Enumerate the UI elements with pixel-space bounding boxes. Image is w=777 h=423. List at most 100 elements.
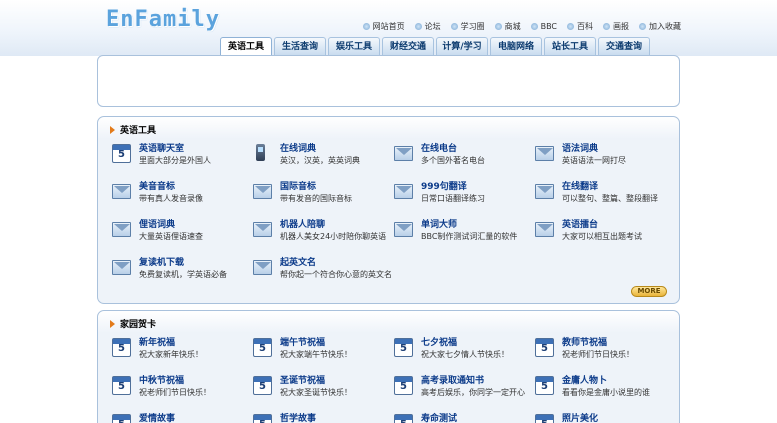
tool-name-link[interactable]: 高考录取通知书 <box>421 375 525 387</box>
forum-icon <box>414 23 422 30</box>
top-link-label: 加入收藏 <box>649 22 681 31</box>
tool-name-link[interactable]: 中秋节祝福 <box>139 375 211 387</box>
tool-name-link[interactable]: 寿命测试 <box>421 413 457 423</box>
tool-name-link[interactable]: 在线词典 <box>280 143 360 155</box>
tab-bar: 英语工具 生活查询 娱乐工具 财经交通 计算/学习 电脑网络 站长工具 交通查询 <box>220 37 650 56</box>
tool-item[interactable]: 5 照片美化 <box>535 413 672 423</box>
tool-item[interactable]: 5 英语聊天室 里面大部分是外国人 <box>112 143 253 171</box>
tool-name-link[interactable]: 英语擂台 <box>562 219 642 231</box>
tool-name-link[interactable]: 英语聊天室 <box>139 143 211 155</box>
tool-text: 复读机下载 免费复读机，学英语必备 <box>139 257 227 281</box>
tool-name-link[interactable]: 七夕祝福 <box>421 337 509 349</box>
tab-item[interactable]: 生活查询 <box>274 37 326 55</box>
tool-text: 教师节祝福 祝老师们节日快乐！ <box>562 337 634 361</box>
tool-name-link[interactable]: 哲学故事 <box>280 413 316 423</box>
mail-icon <box>394 146 413 161</box>
tool-text: 英语聊天室 里面大部分是外国人 <box>139 143 211 167</box>
top-link[interactable]: 商城 <box>494 21 521 32</box>
tab-item[interactable]: 英语工具 <box>220 37 272 56</box>
tool-name-link[interactable]: 教师节祝福 <box>562 337 634 349</box>
tool-name-link[interactable]: 在线翻译 <box>562 181 658 193</box>
tool-name-link[interactable]: 端午节祝福 <box>280 337 352 349</box>
tool-item[interactable]: 机器人陪聊 机器人美女24小时陪你聊英语 <box>253 219 394 247</box>
tool-name-link[interactable]: 999句翻译 <box>421 181 485 193</box>
tool-text: 金庸人物卜 看看你是金庸小说里的谁 <box>562 375 650 399</box>
tool-item[interactable]: 国际音标 带有发音的国际音标 <box>253 181 394 209</box>
tool-item[interactable]: 复读机下载 免费复读机，学英语必备 <box>112 257 253 285</box>
tool-description: 大量英语俚语速查 <box>139 232 203 241</box>
tool-text: 端午节祝福 祝大家端午节快乐！ <box>280 337 352 361</box>
tool-item[interactable]: 英语擂台 大家可以相互出题考试 <box>535 219 672 247</box>
tool-item[interactable]: 5 圣诞节祝福 祝大家圣诞节快乐！ <box>253 375 394 403</box>
top-link[interactable]: 百科 <box>567 21 593 32</box>
calendar-icon: 5 <box>535 338 554 357</box>
top-link[interactable]: 画报 <box>603 21 629 32</box>
tool-item[interactable]: 5 教师节祝福 祝老师们节日快乐！ <box>535 337 672 365</box>
panel-title: 英语工具 <box>110 123 156 136</box>
tab-item[interactable]: 计算/学习 <box>436 37 488 55</box>
site-logo[interactable]: EnFamily <box>106 7 220 32</box>
arrow-icon <box>110 319 115 328</box>
tool-name-link[interactable]: 语法词典 <box>562 143 626 155</box>
tool-name-link[interactable]: 机器人陪聊 <box>280 219 386 231</box>
tool-item[interactable]: 5 七夕祝福 祝大家七夕情人节快乐！ <box>394 337 535 365</box>
tool-name-link[interactable]: 单词大师 <box>421 219 517 231</box>
top-link[interactable]: 加入收藏 <box>639 21 681 32</box>
tool-name-link[interactable]: 复读机下载 <box>139 257 227 269</box>
top-link[interactable]: 论坛 <box>414 21 441 32</box>
tool-name-link[interactable]: 圣诞节祝福 <box>280 375 352 387</box>
tool-name-link[interactable]: 国际音标 <box>280 181 352 193</box>
tool-description: 祝大家新年快乐！ <box>139 350 203 359</box>
tool-name-link[interactable]: 爱情故事 <box>139 413 175 423</box>
tool-item[interactable]: 语法词典 英语语法一网打尽 <box>535 143 672 171</box>
tool-description: 带有真人发音录像 <box>139 194 203 203</box>
tool-name-link[interactable]: 新年祝福 <box>139 337 203 349</box>
tool-item[interactable]: 在线翻译 可以整句、整篇、整段翻译 <box>535 181 672 209</box>
calendar-icon: 5 <box>253 414 272 423</box>
tab-item[interactable]: 站长工具 <box>544 37 596 55</box>
tool-item[interactable]: 美音音标 带有真人发音录像 <box>112 181 253 209</box>
tool-name-link[interactable]: 金庸人物卜 <box>562 375 650 387</box>
tool-name-link[interactable]: 起英文名 <box>280 257 392 269</box>
mail-icon <box>112 260 131 275</box>
tool-name-link[interactable]: 俚语词典 <box>139 219 203 231</box>
tool-description: 日常口语翻译练习 <box>421 194 485 203</box>
tool-text: 语法词典 英语语法一网打尽 <box>562 143 626 167</box>
panel-title-text: 家园贺卡 <box>120 320 157 330</box>
tab-item[interactable]: 财经交通 <box>382 37 434 55</box>
tool-item[interactable]: 5 哲学故事 <box>253 413 394 423</box>
tab-item[interactable]: 娱乐工具 <box>328 37 380 55</box>
tool-name-link[interactable]: 在线电台 <box>421 143 485 155</box>
tool-item[interactable]: 5 金庸人物卜 看看你是金庸小说里的谁 <box>535 375 672 403</box>
tool-text: 俚语词典 大量英语俚语速查 <box>139 219 203 243</box>
tool-text: 哲学故事 <box>280 413 316 423</box>
tool-item[interactable]: 5 高考录取通知书 高考后娱乐，你同学一定开心 <box>394 375 535 403</box>
tool-item[interactable]: 5 新年祝福 祝大家新年快乐！ <box>112 337 253 365</box>
tool-name-link[interactable]: 照片美化 <box>562 413 598 423</box>
tool-item[interactable]: 5 寿命测试 <box>394 413 535 423</box>
tool-item[interactable]: 在线词典 英汉，汉英，英英词典 <box>253 143 394 171</box>
tool-item[interactable]: 俚语词典 大量英语俚语速查 <box>112 219 253 247</box>
tool-text: 999句翻译 日常口语翻译练习 <box>421 181 485 205</box>
tool-item[interactable]: 5 中秋节祝福 祝老师们节日快乐！ <box>112 375 253 403</box>
tool-item[interactable]: 5 端午节祝福 祝大家端午节快乐！ <box>253 337 394 365</box>
top-link-label: 画报 <box>613 22 629 31</box>
top-link[interactable]: BBC <box>530 21 557 32</box>
tool-item[interactable]: 单词大师 BBC制作测试词汇量的软件 <box>394 219 535 247</box>
tool-item[interactable]: 在线电台 多个国外著名电台 <box>394 143 535 171</box>
tab-item[interactable]: 电脑网络 <box>490 37 542 55</box>
tool-item[interactable]: 5 爱情故事 <box>112 413 253 423</box>
tool-name-link[interactable]: 美音音标 <box>139 181 203 193</box>
tool-text: 高考录取通知书 高考后娱乐，你同学一定开心 <box>421 375 525 399</box>
mail-icon <box>394 222 413 237</box>
top-link[interactable]: 网站首页 <box>362 21 405 32</box>
tool-text: 中秋节祝福 祝老师们节日快乐！ <box>139 375 211 399</box>
more-button[interactable]: MORE <box>631 286 667 297</box>
calendar-icon: 5 <box>394 414 413 423</box>
tab-item[interactable]: 交通查询 <box>598 37 650 55</box>
panel-greeting-cards: 家园贺卡 5 新年祝福 祝大家新年快乐！ 5 端午节祝福 祝大家端午节快乐！ 5 七夕祝福 祝大… <box>97 310 680 423</box>
tool-item[interactable]: 起英文名 帮你起一个符合你心意的英文名 <box>253 257 394 285</box>
top-link[interactable]: 学习圈 <box>450 21 485 32</box>
calendar-icon: 5 <box>112 376 131 395</box>
tool-item[interactable]: 999句翻译 日常口语翻译练习 <box>394 181 535 209</box>
